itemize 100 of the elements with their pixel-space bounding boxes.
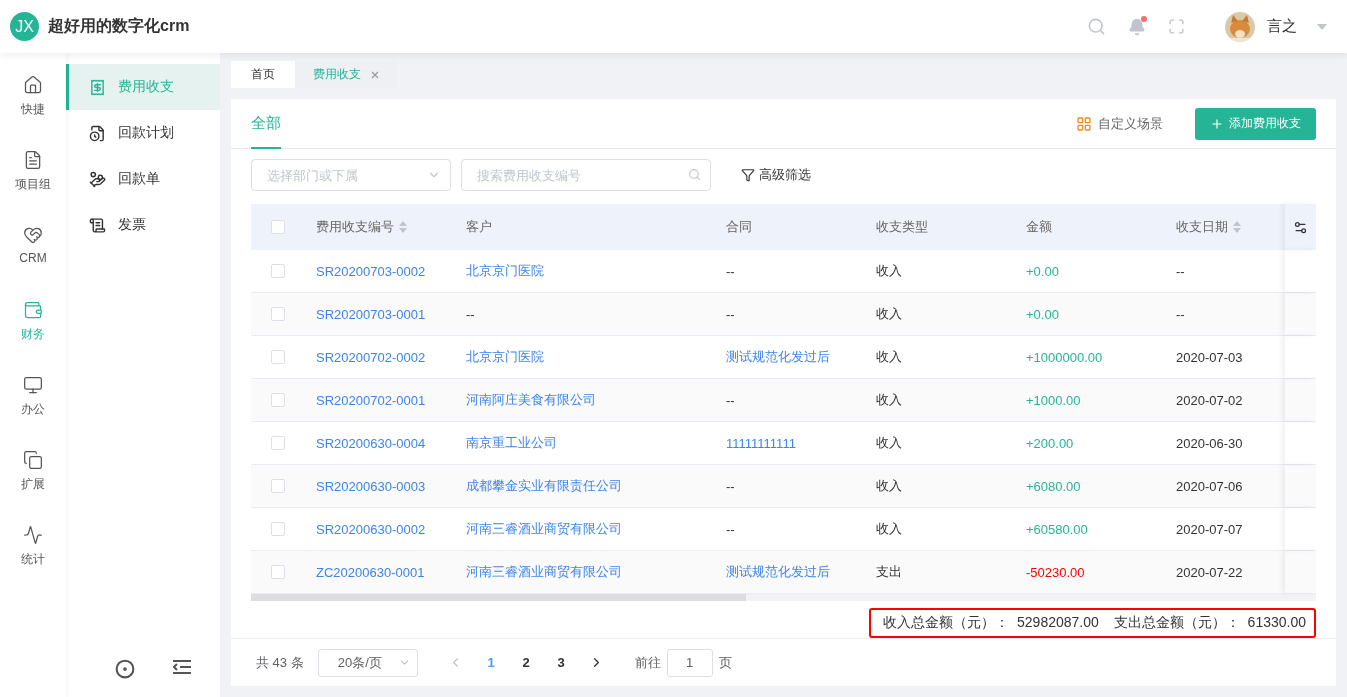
checkbox[interactable]: [271, 565, 285, 579]
table-cell-text: --: [1175, 306, 1186, 322]
customer-link[interactable]: 河南三睿酒业商贸有限公司: [450, 520, 710, 538]
page-number[interactable]: 2: [508, 655, 544, 671]
table-cell-text: 2020-06-30: [1175, 435, 1244, 451]
table-cell-text: 2020-07-02: [1175, 392, 1244, 408]
checkbox[interactable]: [271, 436, 285, 450]
page-number[interactable]: 1: [473, 655, 509, 671]
table-cell-text: 收入: [875, 520, 903, 538]
record-link[interactable]: SR20200702-0002: [300, 349, 450, 365]
contract-link[interactable]: 测试规范化发过后: [710, 563, 860, 581]
advanced-filter-button[interactable]: 高级筛选: [741, 166, 811, 184]
search-icon[interactable]: [1087, 17, 1106, 36]
rail-item[interactable]: 财务: [21, 300, 45, 358]
amount-cell-text: +1000.00: [1025, 392, 1082, 408]
customer-link[interactable]: 成都攀金实业有限责任公司: [450, 477, 710, 495]
amount-cell-text: +6080.00: [1025, 478, 1082, 494]
scene-tab[interactable]: 全部: [251, 99, 281, 149]
goto-label: 前往: [634, 653, 661, 672]
contract-link[interactable]: 11111111111: [710, 435, 860, 451]
column-settings-icon[interactable]: [1293, 219, 1308, 235]
menu-item[interactable]: 回款计划: [66, 110, 220, 156]
table-cell-text: 2020-07-07: [1175, 521, 1244, 537]
record-link[interactable]: SR20200702-0001: [300, 392, 450, 408]
document-icon: [23, 150, 43, 170]
amount-cell-text: +0.00: [1025, 263, 1060, 279]
rail-item[interactable]: 办公: [21, 375, 45, 433]
checkbox[interactable]: [271, 479, 285, 493]
page-unit: 页: [718, 653, 732, 672]
add-button[interactable]: 添加费用收支: [1195, 107, 1316, 140]
bell-icon[interactable]: [1128, 17, 1146, 36]
page-size-select[interactable]: 20条/页: [317, 648, 418, 677]
table-cell-text: --: [725, 306, 736, 322]
table-cell-text: --: [725, 392, 736, 408]
checkbox[interactable]: [271, 220, 285, 234]
menu-item[interactable]: 回款单: [66, 156, 220, 202]
checkbox[interactable]: [271, 307, 285, 321]
amount-cell-text: +0.00: [1025, 306, 1060, 322]
custom-scene-link[interactable]: 自定义场景: [1076, 114, 1163, 133]
menu-item[interactable]: 发票: [66, 202, 220, 248]
user-name: 言之: [1267, 17, 1297, 36]
column-header[interactable]: 收支日期: [1176, 218, 1241, 236]
table-cell-text: 收入: [875, 391, 903, 409]
table-cell-text: --: [725, 478, 736, 494]
checkbox[interactable]: [271, 393, 285, 407]
table-cell-text: 收入: [875, 262, 903, 280]
rail-item[interactable]: 快捷: [21, 75, 45, 133]
search-field[interactable]: 搜索费用收支编号: [461, 159, 711, 191]
caret-icon[interactable]: [1317, 23, 1327, 30]
column-header[interactable]: 费用收支编号: [316, 218, 407, 236]
column-header: 金额: [1026, 218, 1052, 236]
customer-link[interactable]: 河南三睿酒业商贸有限公司: [450, 563, 710, 581]
overlap-squares-icon: [23, 450, 43, 470]
search-icon: [688, 168, 701, 181]
monitor-icon: [23, 375, 43, 395]
app-title: 超好用的数字化crm: [48, 16, 191, 36]
page-tab[interactable]: 首页: [231, 61, 295, 88]
table-cell-text: --: [725, 263, 736, 279]
table-cell-text: --: [1175, 263, 1186, 279]
close-icon[interactable]: [371, 70, 379, 79]
rail-item[interactable]: 扩展: [21, 450, 45, 508]
table-cell-text: 支出: [875, 563, 903, 581]
filter-icon: [741, 168, 755, 182]
record-link[interactable]: SR20200630-0004: [300, 435, 450, 451]
table-cell-text: 收入: [875, 348, 903, 366]
scrollbar-thumb[interactable]: [251, 594, 746, 601]
checkbox[interactable]: [271, 350, 285, 364]
customer-link[interactable]: 河南阿庄美食有限公司: [450, 391, 710, 409]
checkbox[interactable]: [271, 522, 285, 536]
record-link[interactable]: SR20200630-0003: [300, 478, 450, 494]
contract-link[interactable]: 测试规范化发过后: [710, 348, 860, 366]
record-link[interactable]: SR20200703-0002: [300, 263, 450, 279]
column-header: 客户: [466, 218, 492, 236]
record-link[interactable]: ZC20200630-0001: [300, 564, 450, 580]
document-clock-icon: [89, 124, 106, 142]
receipt-icon: [89, 78, 106, 96]
customer-link[interactable]: 北京京门医院: [450, 262, 710, 280]
page-input[interactable]: 1: [666, 648, 713, 677]
plus-icon: [1210, 116, 1224, 131]
amount-cell-text: +60580.00: [1025, 521, 1089, 537]
customer-link[interactable]: 北京京门医院: [450, 348, 710, 366]
rail-item[interactable]: 统计: [21, 525, 45, 583]
record-link[interactable]: SR20200630-0002: [300, 521, 450, 537]
target-icon[interactable]: [115, 659, 135, 679]
collapse-menu-icon[interactable]: [173, 659, 191, 675]
rail-item[interactable]: CRM: [19, 225, 47, 283]
customer-link[interactable]: 南京重工业公司: [450, 434, 710, 452]
page-number[interactable]: 3: [543, 655, 579, 671]
document-icon: [89, 216, 106, 234]
menu-item[interactable]: 费用收支: [66, 64, 220, 110]
column-header: 收支类型: [876, 218, 928, 236]
wallet-icon: [23, 300, 43, 320]
checkbox[interactable]: [271, 264, 285, 278]
house-icon: [23, 75, 43, 95]
fullscreen-icon[interactable]: [1168, 18, 1185, 35]
record-link[interactable]: SR20200703-0001: [300, 306, 450, 322]
rail-item[interactable]: 项目组: [15, 150, 51, 208]
table-cell-text: 收入: [875, 305, 903, 323]
table-cell-text: 2020-07-22: [1175, 564, 1244, 580]
sort-icon: [1233, 221, 1241, 233]
